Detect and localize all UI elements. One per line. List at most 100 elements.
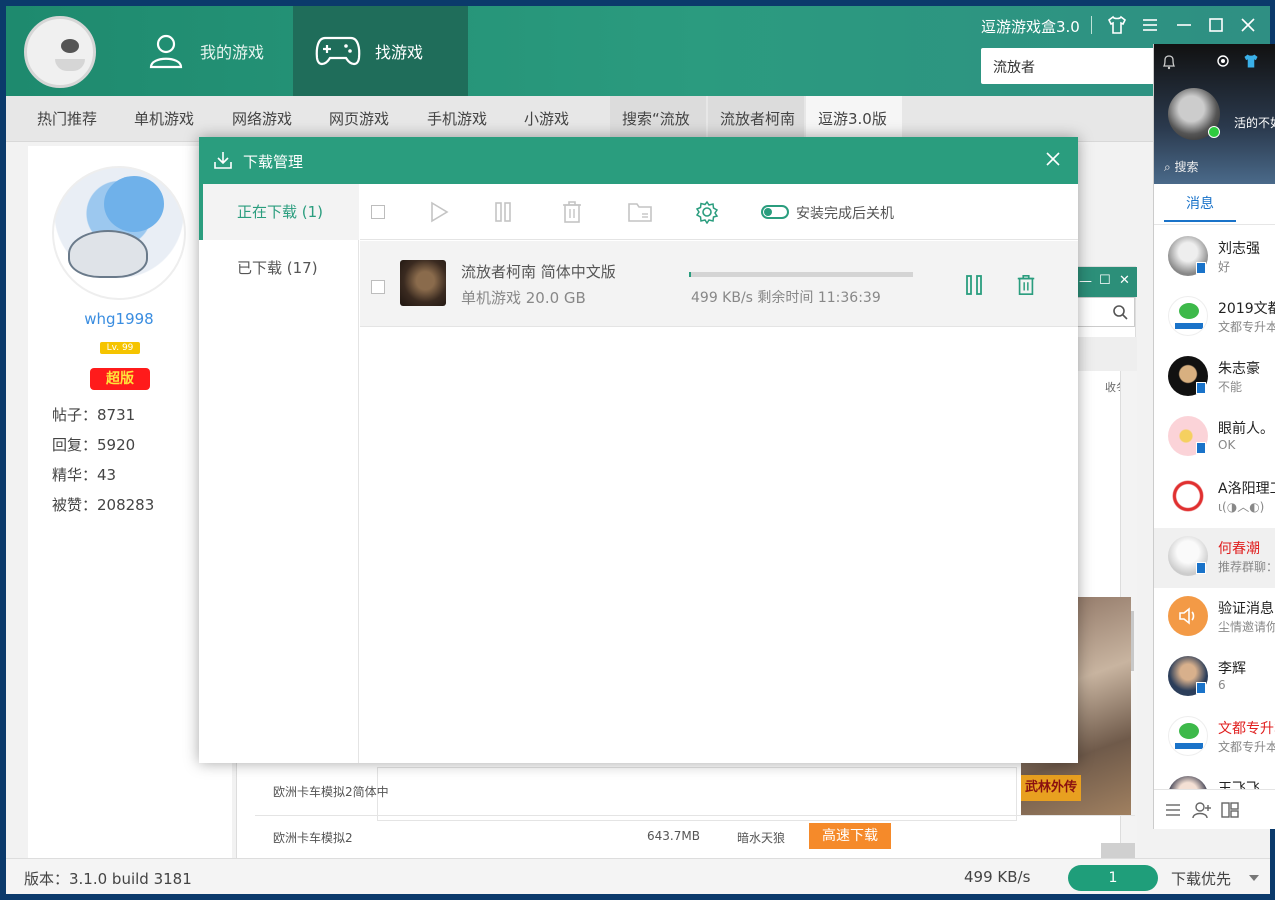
contact-name: 眼前人。 bbox=[1218, 421, 1274, 437]
apps-icon[interactable] bbox=[1220, 801, 1240, 819]
search-icon bbox=[1113, 305, 1128, 320]
fast-download-button[interactable]: 高速下载 bbox=[809, 823, 891, 849]
qq-header: 活的不如 ⌕ 搜索 bbox=[1154, 44, 1275, 184]
contact-name: 验证消息 bbox=[1218, 601, 1274, 617]
nav-online[interactable]: 网络游戏 bbox=[232, 96, 292, 142]
game-search-input[interactable]: 流放者 bbox=[981, 48, 1161, 84]
menu-icon[interactable] bbox=[1139, 14, 1161, 36]
download-queue-pill[interactable]: 1 bbox=[1068, 865, 1158, 891]
nav-web[interactable]: 网页游戏 bbox=[329, 96, 389, 142]
header-divider bbox=[1091, 16, 1092, 34]
qq-search[interactable]: ⌕ 搜索 bbox=[1164, 158, 1199, 175]
skin-shirt-icon[interactable] bbox=[1242, 52, 1260, 70]
contact-last-message: 文都专升本 bbox=[1218, 320, 1275, 334]
game-thumbnail bbox=[400, 260, 446, 306]
app-logo bbox=[24, 16, 96, 88]
shutdown-toggle[interactable] bbox=[761, 205, 789, 219]
app-header: 我的游戏 找游戏 逗游游戏盒3.0 流放者 bbox=[6, 6, 1270, 96]
tab-douyou[interactable]: 逗游3.0版 bbox=[806, 96, 902, 142]
qq-contact[interactable]: 刘志强 好 bbox=[1154, 228, 1275, 288]
menu-icon[interactable] bbox=[1164, 802, 1182, 818]
qq-contact[interactable]: A洛阳理工 ι(◑︿◐) bbox=[1154, 468, 1275, 528]
nav-mobile[interactable]: 手机游戏 bbox=[427, 96, 487, 142]
contact-name: A洛阳理工 bbox=[1218, 481, 1275, 497]
close-icon[interactable] bbox=[1043, 149, 1063, 169]
nav-single[interactable]: 单机游戏 bbox=[134, 96, 194, 142]
contact-avatar bbox=[1168, 596, 1208, 636]
avatar[interactable] bbox=[52, 166, 186, 300]
contact-avatar bbox=[1168, 296, 1208, 336]
qq-contact[interactable]: 朱志豪 不能 bbox=[1154, 348, 1275, 408]
skin-shirt-icon[interactable] bbox=[1106, 14, 1128, 36]
qq-contact[interactable]: 眼前人。 OK bbox=[1154, 408, 1275, 468]
trash-icon[interactable] bbox=[560, 200, 584, 224]
download-speed: 499 KB/s bbox=[964, 868, 1031, 886]
qq-contact[interactable]: 李辉 6 bbox=[1154, 648, 1275, 708]
qq-search-label: 搜索 bbox=[1174, 160, 1199, 174]
contact-name: 李辉 bbox=[1218, 661, 1246, 677]
dialog-sidebar: 正在下载 (1) 已下载 (17) bbox=[199, 184, 359, 763]
nav-mini[interactable]: 小游戏 bbox=[524, 96, 569, 142]
category-nav: 热门推荐 单机游戏 网络游戏 网页游戏 手机游戏 小游戏 搜索“流放 流放者柯南… bbox=[6, 96, 1270, 142]
qq-contact[interactable]: 何春潮 推荐群聊： bbox=[1154, 528, 1275, 588]
priority-dropdown[interactable]: 下载优先 bbox=[1171, 868, 1231, 889]
tab-conan[interactable]: 流放者柯南 bbox=[708, 96, 804, 142]
game-row-name[interactable]: 欧洲卡车模拟2简体中 bbox=[273, 783, 389, 800]
chevron-down-icon[interactable] bbox=[1248, 873, 1260, 883]
stat-replies: 回复：5920 bbox=[52, 436, 136, 454]
qq-contact[interactable]: 文都专升本 文都专升本 bbox=[1154, 708, 1275, 768]
contact-last-message: 不能 bbox=[1218, 380, 1243, 394]
game-cover-label: 武林外传 bbox=[1021, 775, 1081, 801]
add-friend-icon[interactable] bbox=[1192, 801, 1212, 819]
minimize-icon[interactable] bbox=[1173, 14, 1195, 36]
folder-icon[interactable] bbox=[627, 200, 653, 224]
game-row-name[interactable]: 欧洲卡车模拟2 bbox=[273, 829, 353, 846]
username[interactable]: whg1998 bbox=[28, 310, 210, 328]
status-bar: 版本：3.1.0 build 3181 499 KB/s 1 下载优先 bbox=[6, 858, 1270, 894]
tab-downloading[interactable]: 正在下载 (1) bbox=[199, 184, 359, 240]
background-list-box bbox=[377, 767, 1017, 821]
dialog-titlebar: 下载管理 bbox=[199, 137, 1078, 184]
tab-search-result[interactable]: 搜索“流放 bbox=[610, 96, 706, 142]
nav-hot[interactable]: 热门推荐 bbox=[37, 96, 97, 142]
contact-last-message: 尘情邀请你 bbox=[1218, 620, 1275, 634]
app-brand: 逗游游戏盒3.0 bbox=[981, 18, 1080, 36]
dialog-toolbar: 安装完成后关机 bbox=[360, 184, 1078, 240]
background-window-controls: — ☐ ✕ bbox=[1077, 267, 1137, 297]
tab-find-games[interactable]: 找游戏 bbox=[293, 6, 468, 96]
version-text: 版本：3.1.0 build 3181 bbox=[24, 870, 192, 888]
level-badge: Lv. 99 bbox=[100, 342, 140, 354]
download-item[interactable]: 流放者柯南 简体中文版 单机游戏 20.0 GB 499 KB/s 剩余时间 1… bbox=[360, 241, 1078, 327]
bell-icon[interactable] bbox=[1162, 54, 1176, 70]
contact-last-message: 文都专升本 bbox=[1218, 740, 1275, 754]
contact-name: 何春潮 bbox=[1218, 541, 1260, 557]
select-all-checkbox[interactable] bbox=[371, 205, 385, 219]
badge-icon[interactable] bbox=[1216, 54, 1230, 68]
item-meta: 单机游戏 20.0 GB bbox=[461, 289, 586, 307]
qq-tab-messages[interactable]: 消息 bbox=[1164, 186, 1236, 222]
contact-name: 朱志豪 bbox=[1218, 361, 1260, 377]
maximize-icon[interactable] bbox=[1205, 14, 1227, 36]
tab-find-games-label: 找游戏 bbox=[375, 43, 424, 62]
settings-gear-icon[interactable] bbox=[695, 200, 719, 224]
contact-name: 2019文都 bbox=[1218, 301, 1275, 317]
stat-featured: 精华：43 bbox=[52, 466, 117, 484]
qq-contact[interactable]: 验证消息 尘情邀请你 bbox=[1154, 588, 1275, 648]
tab-downloaded[interactable]: 已下载 (17) bbox=[199, 240, 359, 296]
contact-avatar bbox=[1168, 716, 1208, 756]
item-trash-icon[interactable] bbox=[1015, 274, 1037, 296]
pause-icon[interactable] bbox=[492, 200, 514, 224]
contact-last-message: 推荐群聊： bbox=[1218, 560, 1275, 574]
game-row-size: 643.7MB bbox=[647, 829, 700, 843]
play-icon[interactable] bbox=[428, 200, 450, 224]
item-pause-icon[interactable] bbox=[964, 274, 984, 296]
contact-last-message: OK bbox=[1218, 438, 1236, 452]
tab-my-games[interactable]: 我的游戏 bbox=[124, 6, 294, 96]
contact-name: 刘志强 bbox=[1218, 241, 1260, 257]
gamepad-icon bbox=[315, 36, 361, 66]
close-icon[interactable] bbox=[1237, 14, 1259, 36]
shutdown-toggle-label: 安装完成后关机 bbox=[796, 206, 894, 222]
qq-contact[interactable]: 2019文都 文都专升本 bbox=[1154, 288, 1275, 348]
item-checkbox[interactable] bbox=[371, 280, 385, 294]
tab-my-games-label: 我的游戏 bbox=[200, 43, 265, 62]
